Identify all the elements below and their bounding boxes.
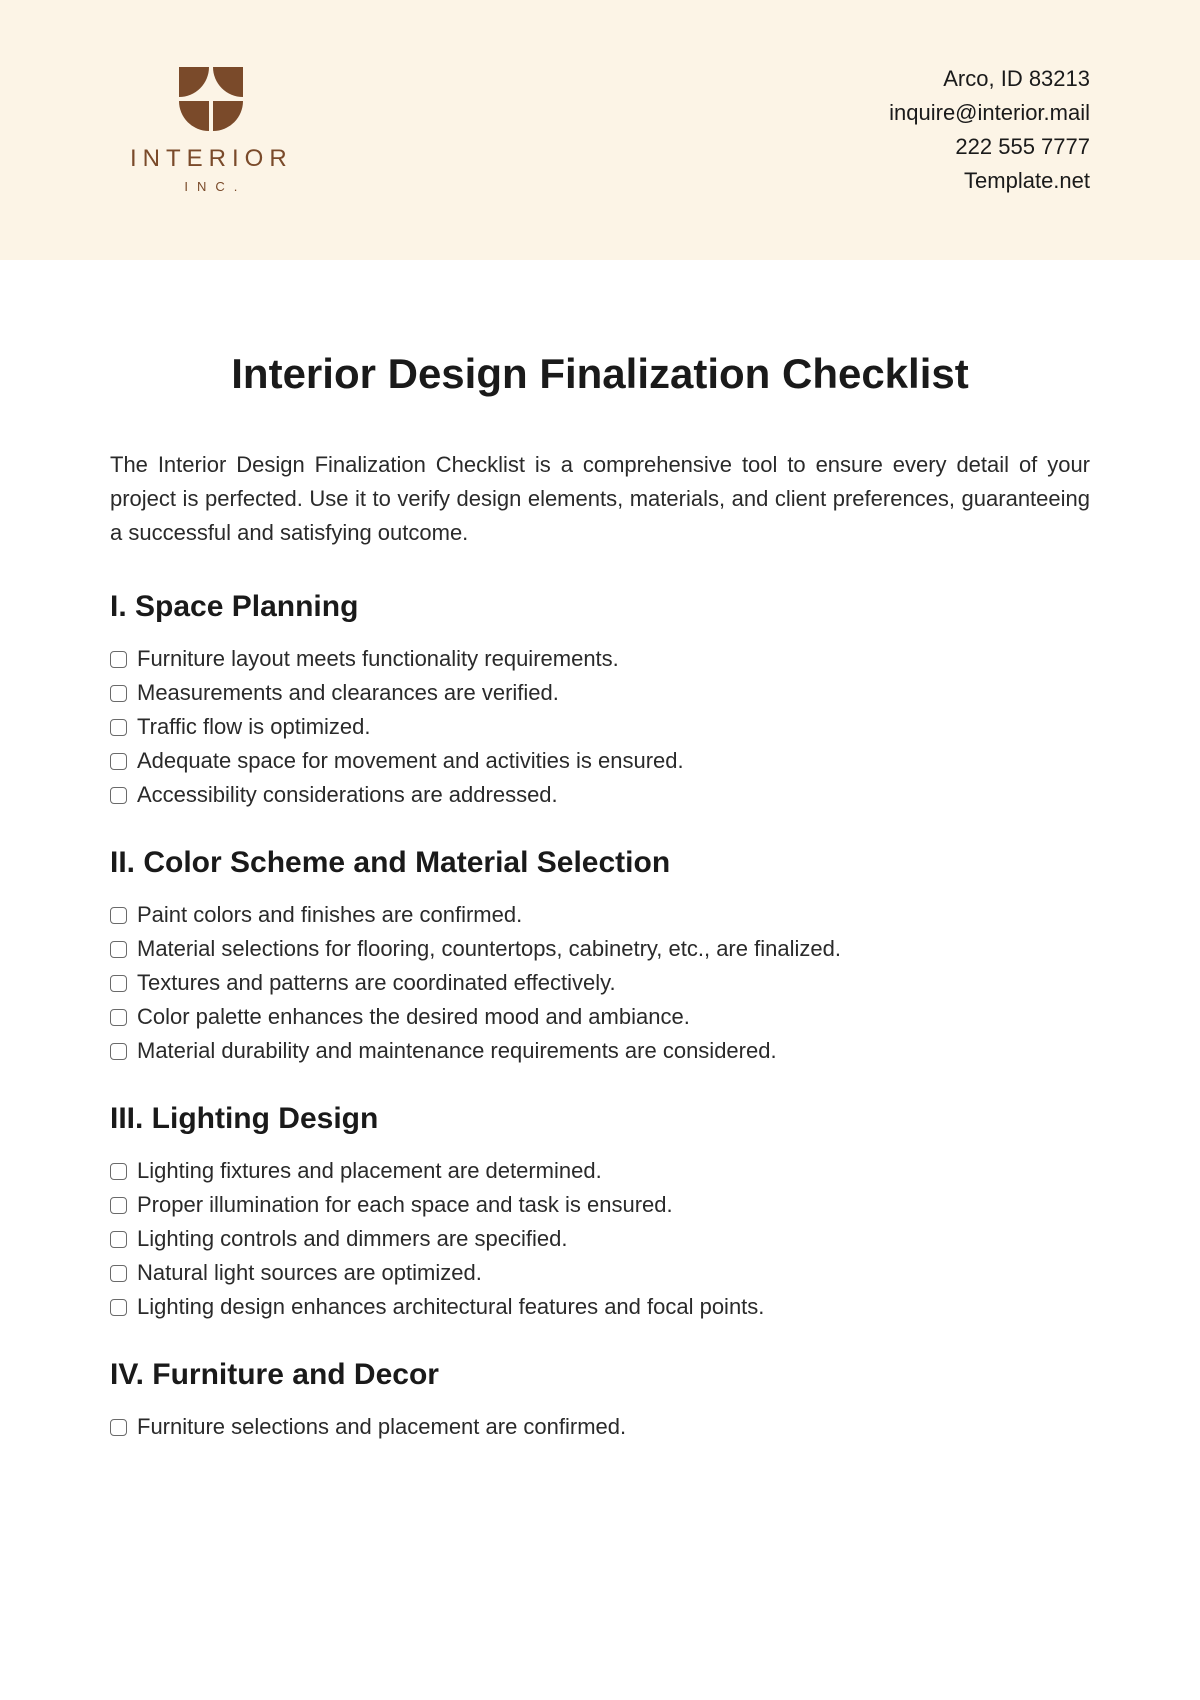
logo: INTERIOR INC. (130, 67, 293, 194)
checklist-item-label: Furniture layout meets functionality req… (137, 646, 619, 672)
checklist-item-label: Proper illumination for each space and t… (137, 1192, 673, 1218)
checkbox-icon[interactable] (110, 1299, 127, 1316)
checkbox-icon[interactable] (110, 1009, 127, 1026)
checklist-item-label: Natural light sources are optimized. (137, 1260, 482, 1286)
checkbox-icon[interactable] (110, 1197, 127, 1214)
checkbox-icon[interactable] (110, 685, 127, 702)
contact-block: Arco, ID 83213 inquire@interior.mail 222… (889, 62, 1090, 198)
logo-icon (179, 67, 243, 131)
checklist-item-label: Material selections for flooring, counte… (137, 936, 841, 962)
checklist-item-label: Furniture selections and placement are c… (137, 1414, 626, 1440)
contact-phone: 222 555 7777 (889, 130, 1090, 164)
section-heading: II. Color Scheme and Material Selection (110, 846, 1090, 880)
checklist-item-label: Lighting fixtures and placement are dete… (137, 1158, 602, 1184)
checklist-item-label: Lighting controls and dimmers are specif… (137, 1226, 567, 1252)
checkbox-icon[interactable] (110, 787, 127, 804)
checklist-item: Lighting controls and dimmers are specif… (110, 1222, 1090, 1256)
checklist-item: Paint colors and finishes are confirmed. (110, 898, 1090, 932)
checklist-item-label: Lighting design enhances architectural f… (137, 1294, 764, 1320)
header: INTERIOR INC. Arco, ID 83213 inquire@int… (0, 0, 1200, 260)
checklist-item: Traffic flow is optimized. (110, 710, 1090, 744)
checklist-item: Accessibility considerations are address… (110, 778, 1090, 812)
logo-subtitle: INC. (176, 179, 246, 194)
checklist: Paint colors and finishes are confirmed.… (110, 898, 1090, 1068)
checkbox-icon[interactable] (110, 941, 127, 958)
checklist-item: Textures and patterns are coordinated ef… (110, 966, 1090, 1000)
checklist-item-label: Accessibility considerations are address… (137, 782, 558, 808)
logo-name: INTERIOR (130, 145, 293, 173)
contact-email: inquire@interior.mail (889, 96, 1090, 130)
checklist-item: Lighting design enhances architectural f… (110, 1290, 1090, 1324)
checklist-item: Furniture selections and placement are c… (110, 1410, 1090, 1444)
checklist-item: Material selections for flooring, counte… (110, 932, 1090, 966)
checkbox-icon[interactable] (110, 1043, 127, 1060)
intro-text: The Interior Design Finalization Checkli… (110, 448, 1090, 550)
checklist-item-label: Color palette enhances the desired mood … (137, 1004, 690, 1030)
checkbox-icon[interactable] (110, 907, 127, 924)
contact-site: Template.net (889, 164, 1090, 198)
checklist-item-label: Adequate space for movement and activiti… (137, 748, 684, 774)
checkbox-icon[interactable] (110, 1163, 127, 1180)
checkbox-icon[interactable] (110, 1231, 127, 1248)
checklist-item-label: Paint colors and finishes are confirmed. (137, 902, 522, 928)
checklist-item: Natural light sources are optimized. (110, 1256, 1090, 1290)
checklist-item: Adequate space for movement and activiti… (110, 744, 1090, 778)
checklist-item: Measurements and clearances are verified… (110, 676, 1090, 710)
main-content: Interior Design Finalization Checklist T… (0, 260, 1200, 1444)
checklist-item: Proper illumination for each space and t… (110, 1188, 1090, 1222)
checklist-item: Lighting fixtures and placement are dete… (110, 1154, 1090, 1188)
checkbox-icon[interactable] (110, 1419, 127, 1436)
section-heading: III. Lighting Design (110, 1102, 1090, 1136)
checkbox-icon[interactable] (110, 1265, 127, 1282)
checklist-item: Furniture layout meets functionality req… (110, 642, 1090, 676)
page-title: Interior Design Finalization Checklist (110, 350, 1090, 398)
checkbox-icon[interactable] (110, 719, 127, 736)
checkbox-icon[interactable] (110, 975, 127, 992)
checkbox-icon[interactable] (110, 651, 127, 668)
checklist-item: Material durability and maintenance requ… (110, 1034, 1090, 1068)
checkbox-icon[interactable] (110, 753, 127, 770)
section-heading: I. Space Planning (110, 590, 1090, 624)
checklist-item-label: Measurements and clearances are verified… (137, 680, 559, 706)
section-heading: IV. Furniture and Decor (110, 1358, 1090, 1392)
checklist: Lighting fixtures and placement are dete… (110, 1154, 1090, 1324)
checklist-item-label: Material durability and maintenance requ… (137, 1038, 777, 1064)
checklist-item-label: Traffic flow is optimized. (137, 714, 371, 740)
checklist-item: Color palette enhances the desired mood … (110, 1000, 1090, 1034)
checklist: Furniture layout meets functionality req… (110, 642, 1090, 812)
checklist: Furniture selections and placement are c… (110, 1410, 1090, 1444)
checklist-item-label: Textures and patterns are coordinated ef… (137, 970, 616, 996)
contact-address: Arco, ID 83213 (889, 62, 1090, 96)
